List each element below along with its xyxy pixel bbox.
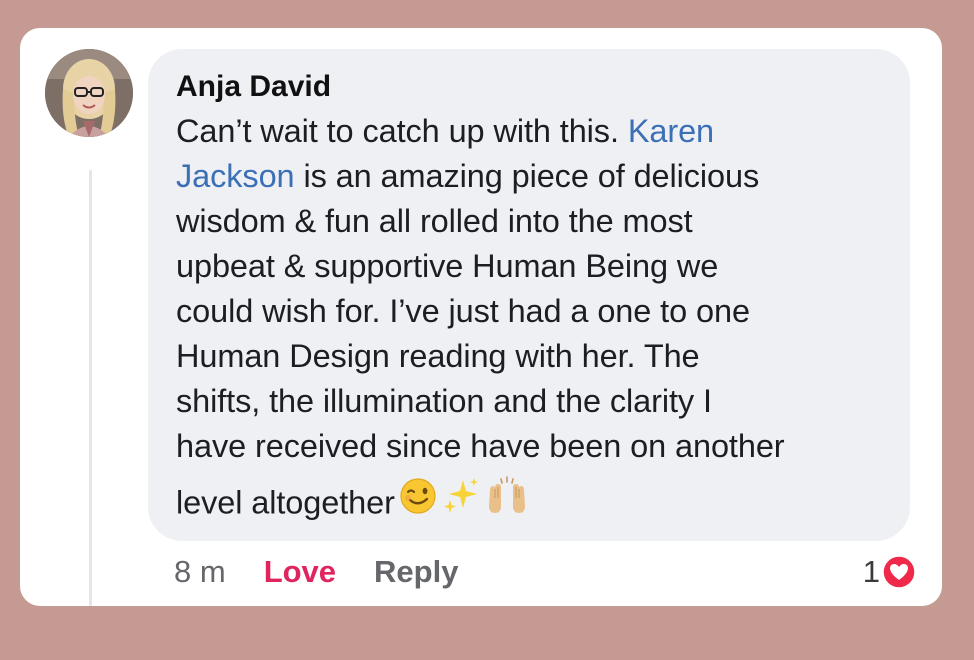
love-button[interactable]: Love [264,554,336,590]
comment-bubble: Anja David Can’t wait to catch up with t… [148,49,910,541]
mention-link[interactable]: Karen [628,113,714,149]
thread-line [89,170,92,606]
reply-button[interactable]: Reply [374,554,458,590]
heart-reaction-icon [882,555,916,589]
mention-link-cont[interactable]: Jackson [176,158,295,194]
reaction-count: 1 [862,554,880,589]
comment-timestamp[interactable]: 8 m [174,554,226,590]
comment-actions: 8 m Love Reply [174,550,458,594]
comment-text: Can’t wait to catch up with this. Karen … [176,109,896,531]
avatar[interactable] [45,49,133,137]
comment-card: Anja David Can’t wait to catch up with t… [20,28,942,606]
comment-author[interactable]: Anja David [176,70,331,104]
raising-hands-emoji-icon [485,476,529,528]
sparkles-emoji-icon [441,476,481,528]
winking-face-emoji-icon [399,477,437,527]
reaction-summary[interactable]: 1 [863,550,916,594]
